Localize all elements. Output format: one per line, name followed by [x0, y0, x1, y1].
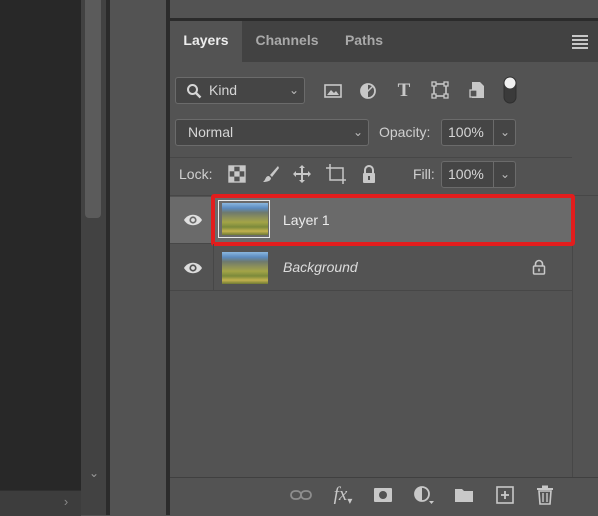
group-icon[interactable] [453, 485, 475, 505]
collapsed-panel-dock [110, 0, 166, 515]
fill-chevron-down-icon[interactable]: ⌄ [500, 167, 510, 181]
tab-channels[interactable]: Channels [242, 21, 332, 62]
lock-artboard-icon[interactable] [325, 164, 347, 184]
chevron-down-icon: ⌄ [289, 83, 300, 97]
fill-label: Fill: [413, 166, 435, 182]
delete-layer-icon[interactable] [534, 485, 556, 505]
lock-label: Lock: [179, 166, 213, 182]
lock-position-icon[interactable] [292, 164, 312, 184]
search-icon [185, 82, 203, 100]
layer-row-background[interactable]: Background [170, 244, 572, 291]
type-filter-icon[interactable]: T [394, 80, 414, 102]
visibility-toggle[interactable] [170, 244, 214, 290]
adjustment-layer-icon[interactable] [413, 485, 435, 505]
lock-image-pixels-icon[interactable] [261, 164, 281, 184]
scroll-right-chevron-icon[interactable]: › [58, 494, 74, 510]
layer-thumbnail[interactable] [222, 252, 268, 284]
image-filter-icon[interactable] [323, 81, 343, 101]
filter-kind-select[interactable]: Kind ⌄ [175, 77, 305, 104]
filter-kind-label: Kind [209, 82, 238, 98]
add-mask-icon[interactable] [372, 485, 394, 505]
layer-locked-icon[interactable] [531, 258, 547, 276]
layers-list-scrollbar[interactable] [572, 196, 598, 477]
visibility-toggle[interactable] [170, 197, 214, 243]
opacity-chevron-down-icon[interactable]: ⌄ [500, 125, 510, 139]
adjustment-filter-icon[interactable] [358, 81, 378, 101]
lock-transparent-pixels-icon[interactable] [227, 164, 247, 184]
smart-object-filter-icon[interactable] [467, 80, 487, 100]
eye-icon[interactable] [183, 212, 203, 228]
tab-layers[interactable]: Layers [170, 21, 242, 62]
opacity-value[interactable]: 100% [448, 124, 484, 140]
new-layer-icon[interactable] [494, 485, 516, 505]
lock-all-icon[interactable] [359, 163, 379, 185]
opacity-label: Opacity: [379, 124, 431, 140]
layer-name[interactable]: Background [283, 259, 358, 275]
scrollbar-corner [81, 490, 106, 515]
vertical-scroll-thumb[interactable] [85, 0, 101, 218]
scroll-down-chevron-icon[interactable]: ⌄ [86, 466, 102, 480]
shape-filter-icon[interactable] [430, 80, 450, 100]
filter-toggle-icon[interactable] [502, 76, 518, 104]
fill-value[interactable]: 100% [448, 166, 484, 182]
document-canvas[interactable] [0, 0, 81, 490]
chevron-down-icon: ⌄ [353, 125, 364, 139]
link-layers-icon[interactable] [290, 485, 312, 505]
tab-paths[interactable]: Paths [332, 21, 396, 62]
blend-mode-value: Normal [188, 124, 234, 140]
opacity-field[interactable]: 100% ⌄ [441, 119, 516, 146]
eye-icon[interactable] [183, 260, 203, 276]
blend-mode-select[interactable]: Normal ⌄ [175, 119, 369, 146]
fill-field[interactable]: 100% ⌄ [441, 161, 516, 188]
panel-menu-icon[interactable] [570, 34, 590, 49]
layers-panel-tabbar: Layers Channels Paths [170, 21, 598, 62]
layer-style-icon[interactable]: fx ▾ [332, 484, 354, 507]
selection-highlight-outline [211, 194, 575, 246]
